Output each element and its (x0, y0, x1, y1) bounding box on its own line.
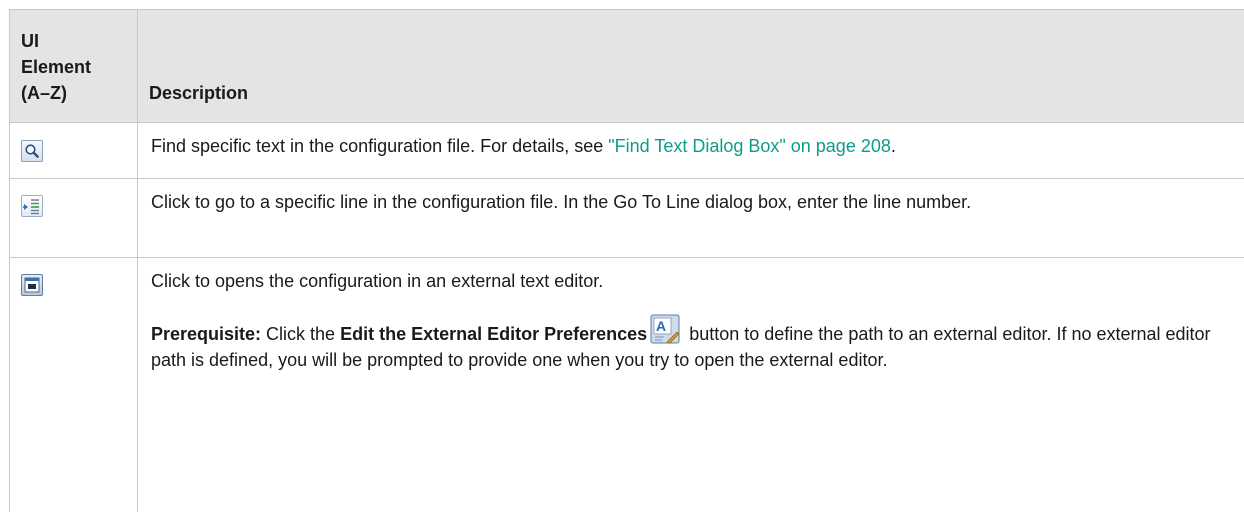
icon-cell (10, 179, 138, 258)
ui-elements-table: UI Element (A–Z) Description Find specific… (9, 9, 1244, 512)
row-text-after: . (891, 136, 896, 156)
row-description: Click to opens the configuration in an e… (138, 258, 1244, 512)
prerequisite-bold-name: Edit the External Editor Preferences (340, 324, 647, 344)
prerequisite-text-pre: Click the (261, 324, 340, 344)
prerequisite-paragraph: Prerequisite: Click the Edit the Externa… (151, 314, 1230, 373)
svg-text:A: A (656, 318, 666, 334)
header-ui-element-line3: (A–Z) (21, 83, 67, 103)
prerequisite-label: Prerequisite: (151, 324, 261, 344)
table-row: Find specific text in the configuration … (10, 123, 1244, 179)
external-editor-icon (21, 274, 43, 296)
header-description: Description (138, 10, 1244, 123)
table-row: Click to go to a specific line in the co… (10, 179, 1244, 258)
go-to-line-icon (21, 195, 43, 217)
icon-cell (10, 258, 138, 512)
row-description: Find specific text in the configuration … (138, 123, 1244, 179)
row-text: Find specific text in the configuration … (151, 136, 608, 156)
find-text-dialog-link[interactable]: "Find Text Dialog Box" on page 208 (608, 136, 891, 156)
header-ui-element-line2: Element (21, 57, 91, 77)
row-text: Click to opens the configuration in an e… (151, 268, 1230, 294)
header-ui-element: UI Element (A–Z) (10, 10, 138, 123)
header-ui-element-line1: UI (21, 31, 39, 51)
icon-cell (10, 123, 138, 179)
find-text-icon (21, 140, 43, 162)
row-description: Click to go to a specific line in the co… (138, 179, 1244, 258)
table-row: Click to opens the configuration in an e… (10, 258, 1244, 512)
edit-external-editor-preferences-icon: A (650, 314, 680, 344)
table-header-row: UI Element (A–Z) Description (10, 10, 1244, 123)
